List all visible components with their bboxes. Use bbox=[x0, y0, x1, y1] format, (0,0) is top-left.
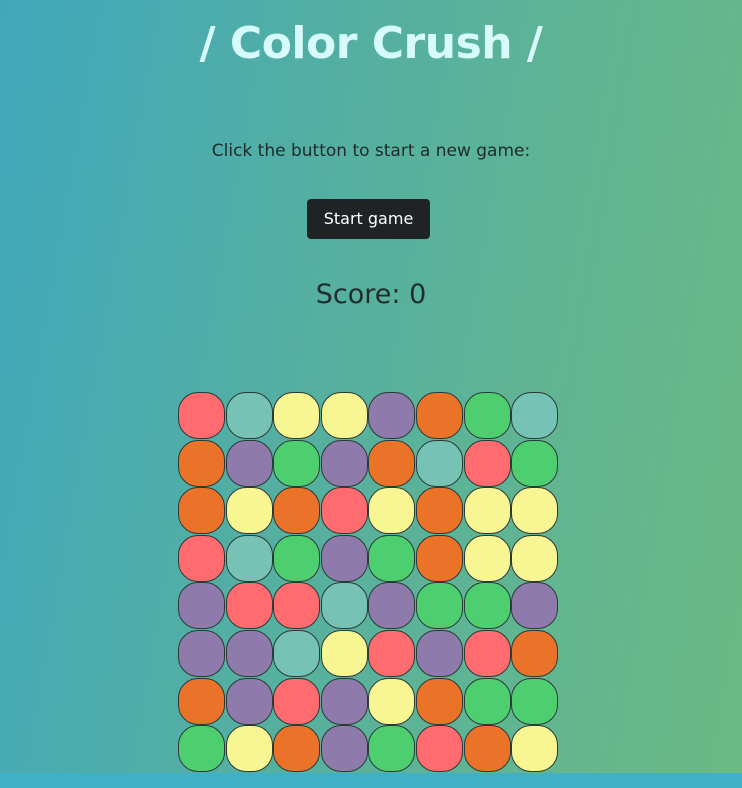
tile-orange[interactable] bbox=[368, 440, 415, 487]
tile-green[interactable] bbox=[368, 535, 415, 582]
tile-teal[interactable] bbox=[511, 392, 558, 439]
tile-orange[interactable] bbox=[178, 440, 225, 487]
tile-yellow[interactable] bbox=[321, 630, 368, 677]
tile-orange[interactable] bbox=[416, 535, 463, 582]
tile-orange[interactable] bbox=[273, 487, 320, 534]
tile-purple[interactable] bbox=[511, 582, 558, 629]
tile-green[interactable] bbox=[178, 725, 225, 772]
tile-red[interactable] bbox=[178, 535, 225, 582]
tile-teal[interactable] bbox=[273, 630, 320, 677]
start-game-button[interactable]: Start game bbox=[307, 199, 430, 239]
tile-yellow[interactable] bbox=[226, 487, 273, 534]
tile-purple[interactable] bbox=[226, 630, 273, 677]
tile-green[interactable] bbox=[368, 725, 415, 772]
tile-red[interactable] bbox=[178, 392, 225, 439]
game-board bbox=[178, 392, 559, 773]
tile-orange[interactable] bbox=[178, 487, 225, 534]
tile-orange[interactable] bbox=[464, 725, 511, 772]
tile-yellow[interactable] bbox=[368, 678, 415, 725]
tile-red[interactable] bbox=[368, 630, 415, 677]
tile-purple[interactable] bbox=[321, 725, 368, 772]
tile-purple[interactable] bbox=[368, 582, 415, 629]
tile-green[interactable] bbox=[416, 582, 463, 629]
start-prompt: Click the button to start a new game: bbox=[211, 141, 531, 161]
tile-purple[interactable] bbox=[178, 582, 225, 629]
tile-yellow[interactable] bbox=[368, 487, 415, 534]
tile-orange[interactable] bbox=[178, 678, 225, 725]
score-value: 0 bbox=[409, 279, 427, 310]
score-display: Score: 0 bbox=[0, 278, 742, 312]
tile-purple[interactable] bbox=[321, 678, 368, 725]
tile-orange[interactable] bbox=[416, 678, 463, 725]
tile-red[interactable] bbox=[321, 487, 368, 534]
tile-green[interactable] bbox=[464, 582, 511, 629]
tile-yellow[interactable] bbox=[511, 725, 558, 772]
tile-purple[interactable] bbox=[368, 392, 415, 439]
tile-purple[interactable] bbox=[178, 630, 225, 677]
tile-yellow[interactable] bbox=[321, 392, 368, 439]
tile-red[interactable] bbox=[226, 582, 273, 629]
tile-yellow[interactable] bbox=[511, 487, 558, 534]
tile-purple[interactable] bbox=[321, 440, 368, 487]
tile-red[interactable] bbox=[416, 725, 463, 772]
tile-teal[interactable] bbox=[416, 440, 463, 487]
tile-yellow[interactable] bbox=[511, 535, 558, 582]
tile-red[interactable] bbox=[464, 630, 511, 677]
tile-green[interactable] bbox=[511, 678, 558, 725]
tile-purple[interactable] bbox=[321, 535, 368, 582]
tile-yellow[interactable] bbox=[464, 487, 511, 534]
tile-teal[interactable] bbox=[321, 582, 368, 629]
bottom-strip bbox=[0, 773, 742, 788]
score-label: Score: bbox=[315, 279, 401, 310]
tile-green[interactable] bbox=[273, 535, 320, 582]
tile-green[interactable] bbox=[464, 392, 511, 439]
tile-green[interactable] bbox=[511, 440, 558, 487]
tile-orange[interactable] bbox=[416, 392, 463, 439]
tile-yellow[interactable] bbox=[226, 725, 273, 772]
tile-purple[interactable] bbox=[226, 440, 273, 487]
tile-orange[interactable] bbox=[273, 725, 320, 772]
tile-yellow[interactable] bbox=[464, 535, 511, 582]
tile-purple[interactable] bbox=[226, 678, 273, 725]
tile-teal[interactable] bbox=[226, 535, 273, 582]
tile-orange[interactable] bbox=[511, 630, 558, 677]
tile-red[interactable] bbox=[273, 582, 320, 629]
tile-red[interactable] bbox=[464, 440, 511, 487]
tile-green[interactable] bbox=[464, 678, 511, 725]
tile-orange[interactable] bbox=[416, 487, 463, 534]
tile-teal[interactable] bbox=[226, 392, 273, 439]
tile-yellow[interactable] bbox=[273, 392, 320, 439]
tile-green[interactable] bbox=[273, 440, 320, 487]
tile-red[interactable] bbox=[273, 678, 320, 725]
game-title: / Color Crush / bbox=[199, 18, 543, 69]
tile-purple[interactable] bbox=[416, 630, 463, 677]
